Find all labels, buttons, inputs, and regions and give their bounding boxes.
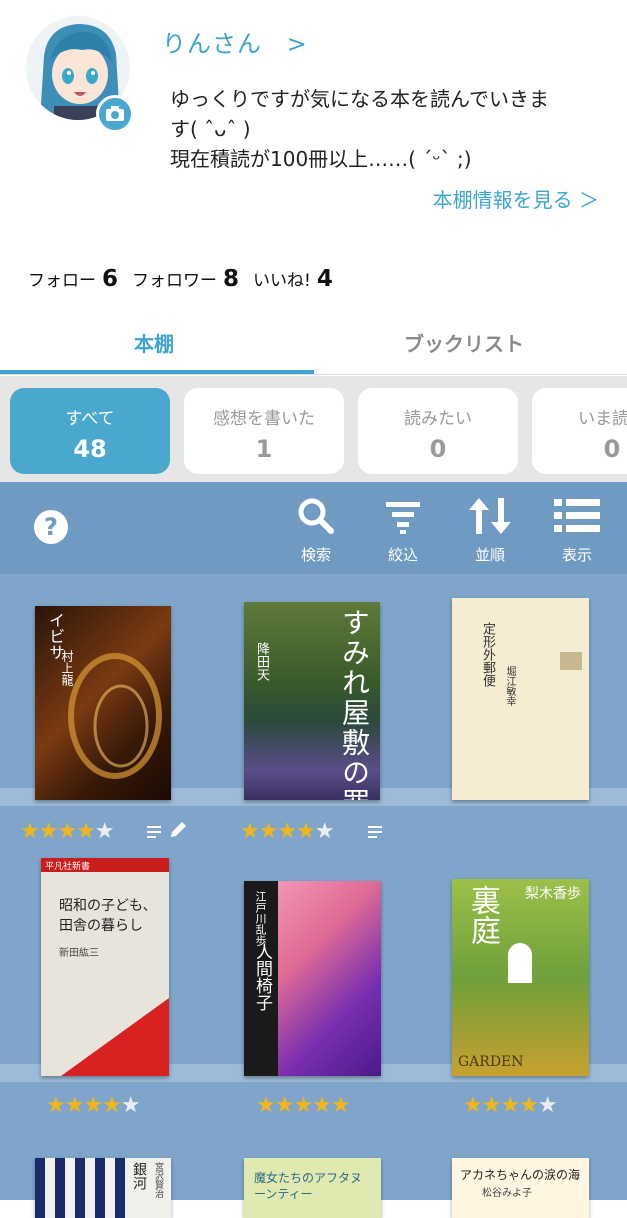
filter-label: すべて xyxy=(65,409,115,429)
book-cover-ibiza[interactable]: イビサ 村上龍 xyxy=(35,606,171,800)
book-author: 梨木香歩 xyxy=(525,886,581,902)
book-title: 魔女たちのアフタヌーンティー xyxy=(254,1171,363,1201)
book-title: 銀河 xyxy=(131,1162,147,1190)
follow-label[interactable]: フォロー xyxy=(28,271,96,291)
pencil-icon xyxy=(171,822,186,837)
active-tab-indicator xyxy=(0,370,314,374)
filter-label: 絞込 xyxy=(387,546,418,564)
cover-art xyxy=(61,998,169,1076)
filter-count: 1 xyxy=(255,435,273,463)
book-title: 定形外郵便 xyxy=(480,622,495,687)
sort-icon xyxy=(469,498,511,534)
filter-count: 0 xyxy=(429,435,447,463)
username-arrow: > xyxy=(286,30,308,58)
book-title: 裏庭 xyxy=(465,885,500,945)
rating-stars: ★★★★★ xyxy=(46,1093,141,1118)
username: りんさん xyxy=(162,30,262,58)
shelf-toolbar: ? 検索 絞込 並順 表示 xyxy=(0,482,627,574)
sort-button[interactable]: 並順 xyxy=(455,496,525,565)
filter-label: 感想を書いた xyxy=(213,409,315,429)
rating-stars: ★★★★★ xyxy=(240,819,335,844)
filter-button[interactable]: 絞込 xyxy=(368,496,438,565)
book-title: アカネちゃんの涙の海 xyxy=(460,1168,581,1182)
book-subtitle: GARDEN xyxy=(458,1054,524,1070)
rating-stars: ★★★★★ xyxy=(463,1093,558,1118)
follower-label[interactable]: フォロワー xyxy=(132,271,217,291)
sort-label: 並順 xyxy=(474,546,505,564)
rating-stars: ★★★★★ xyxy=(256,1093,351,1118)
book-cover-uraniwa[interactable]: 梨木香歩 裏庭 GARDEN xyxy=(452,879,589,1076)
follow-count[interactable]: 6 xyxy=(102,266,118,292)
tab-booklist[interactable]: ブックリスト xyxy=(404,328,524,357)
book-cover-sumire[interactable]: すみれ屋敷の罪人 降田天 xyxy=(244,602,380,800)
username-link[interactable]: りんさん > xyxy=(162,24,308,59)
shelf-info-link[interactable]: 本棚情報を見る ＞ xyxy=(433,184,599,213)
like-count[interactable]: 4 xyxy=(317,266,333,292)
camera-glyph xyxy=(106,106,124,121)
search-label: 検索 xyxy=(300,546,331,564)
profile-bio: ゆっくりですが気になる本を読んでいきま す( ˆᴗˆ ) 現在積読が100冊以上… xyxy=(170,84,600,174)
filter-label: 読みたい xyxy=(404,409,472,429)
book-cover-akane[interactable]: アカネちゃんの涙の海 松谷みよ子 xyxy=(452,1158,589,1218)
cover-art xyxy=(68,653,162,779)
view-label: 表示 xyxy=(561,546,592,564)
filter-label: いま読ん xyxy=(578,409,627,429)
book-author: 降田天 xyxy=(254,642,269,681)
help-icon[interactable]: ? xyxy=(34,510,68,544)
book-cover-ningen-isu[interactable]: 江戸川乱歩 人間椅子 xyxy=(244,881,381,1076)
stamp-decoration xyxy=(560,652,582,670)
like-label[interactable]: いいね! xyxy=(253,271,311,291)
search-button[interactable]: 検索 xyxy=(281,496,351,565)
book-author: 宮沢賢治 xyxy=(153,1162,163,1198)
bio-line: す( ˆᴗˆ ) xyxy=(170,117,251,141)
list-view-icon xyxy=(554,499,600,532)
camera-icon[interactable] xyxy=(96,95,134,133)
book-author: 堀江敏幸 xyxy=(504,666,515,706)
book-cover-teikeigai[interactable]: 定形外郵便 堀江敏幸 xyxy=(452,598,589,800)
memo-icon xyxy=(368,826,382,838)
view-button[interactable]: 表示 xyxy=(542,496,612,565)
book-title: すみれ屋敷の罪人 xyxy=(338,608,371,800)
book-author: 江戸川乱歩 xyxy=(254,891,267,946)
memo-icon xyxy=(147,826,161,838)
profile-stats: フォロー 6 フォロワー 8 いいね! 4 xyxy=(28,266,347,292)
filter-strip[interactable]: すべて 48 感想を書いた 1 読みたい 0 いま読ん 0 xyxy=(0,376,627,482)
filter-all[interactable]: すべて 48 xyxy=(10,388,170,474)
search-icon xyxy=(298,498,334,534)
filter-reading[interactable]: いま読ん 0 xyxy=(532,388,627,474)
filter-count: 0 xyxy=(603,435,621,463)
tab-bar: 本棚 ブックリスト xyxy=(0,320,627,375)
rating-stars: ★★★★★ xyxy=(20,819,115,844)
filter-count: 48 xyxy=(73,435,107,463)
bio-line: 現在積読が100冊以上……( ´ᵕ` ;) xyxy=(170,147,472,171)
filter-icon xyxy=(386,502,420,534)
follower-count[interactable]: 8 xyxy=(223,266,239,292)
filter-reviewed[interactable]: 感想を書いた 1 xyxy=(184,388,344,474)
book-title: 人間椅子 xyxy=(252,943,272,1011)
bookshelf: イビサ 村上龍 ★★★★★ すみれ屋敷の罪人 降田天 ★★★★★ 定形外郵便 堀… xyxy=(0,574,627,1218)
book-cover-ginga[interactable]: 銀河 宮沢賢治 xyxy=(35,1158,171,1218)
book-cover-majo[interactable]: 魔女たちのアフタヌーンティー xyxy=(244,1158,381,1218)
tab-bookshelf[interactable]: 本棚 xyxy=(134,328,174,357)
book-author: 松谷みよ子 xyxy=(482,1188,532,1199)
bio-line: ゆっくりですが気になる本を読んでいきま xyxy=(170,87,549,111)
cover-door xyxy=(508,943,532,983)
filter-want-to-read[interactable]: 読みたい 0 xyxy=(358,388,518,474)
book-cover-showa[interactable]: 平凡社新書 昭和の子ども、田舎の暮らし 新田紘三 xyxy=(41,858,169,1076)
